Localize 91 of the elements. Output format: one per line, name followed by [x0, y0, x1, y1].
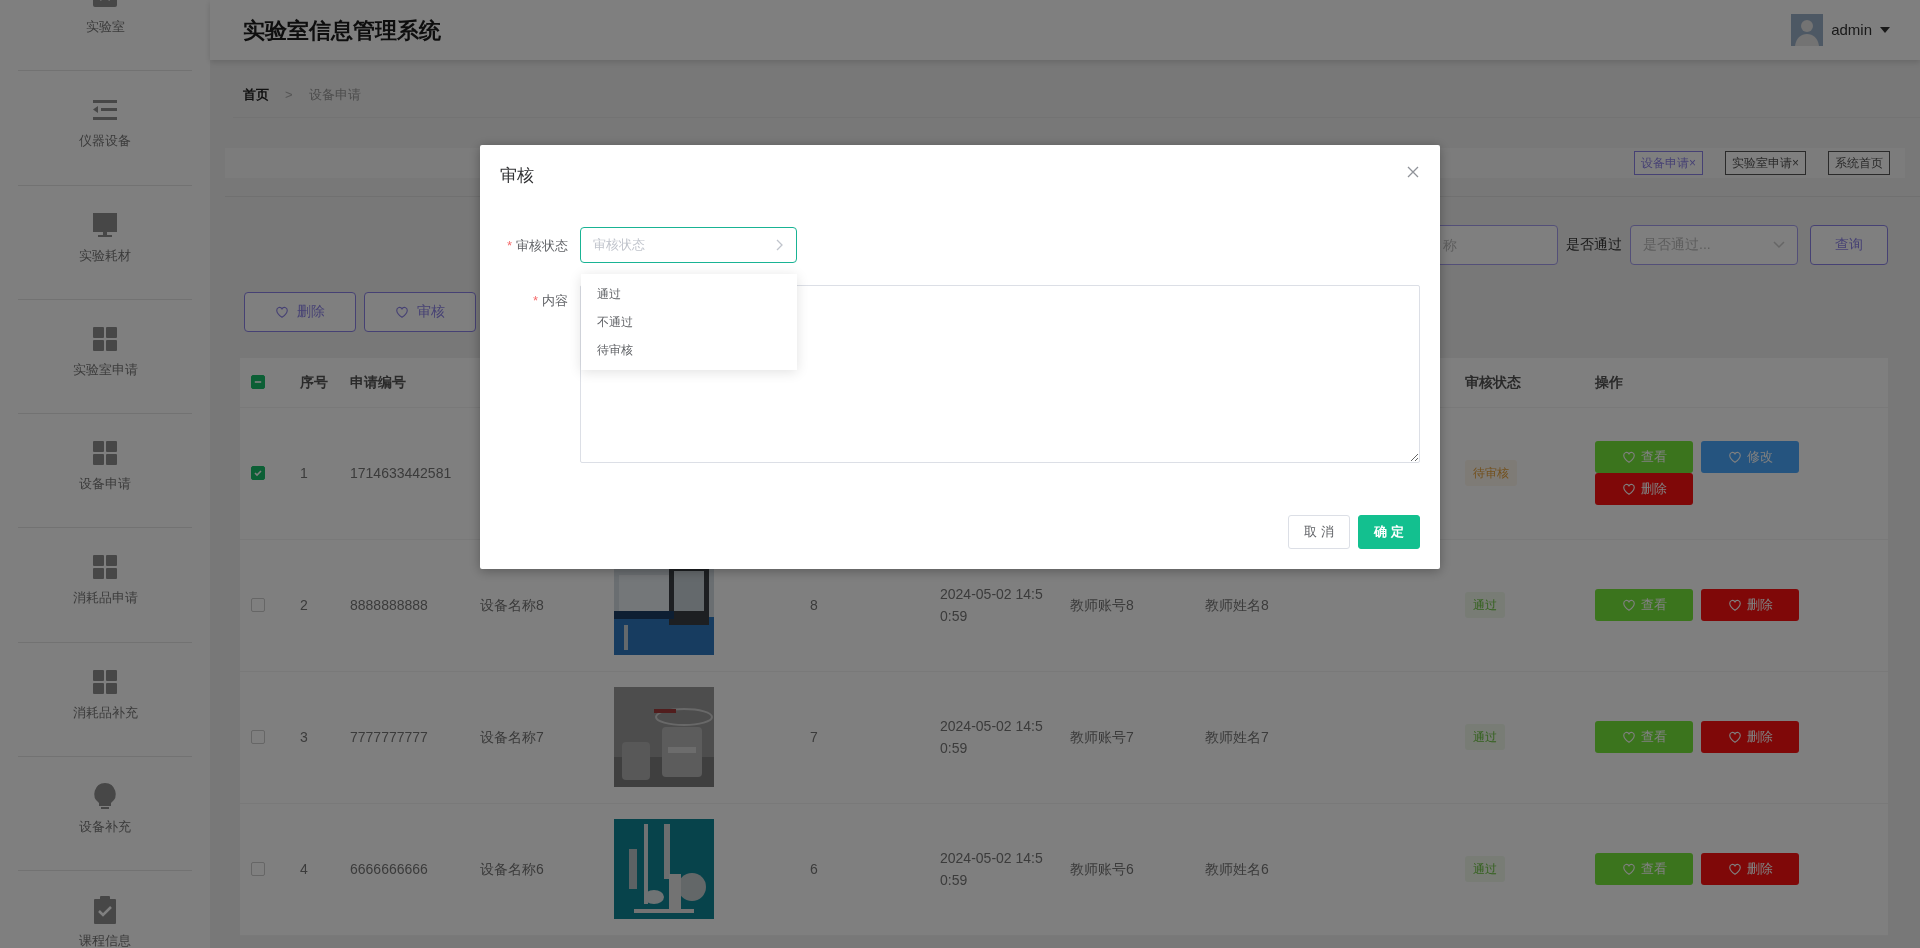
heart-icon	[1621, 450, 1636, 464]
breadcrumb-link[interactable]: 首页	[243, 85, 269, 105]
table-cell-text: 设备名称7	[480, 727, 544, 747]
page-tab[interactable]: 实验室申请×	[1725, 150, 1806, 175]
column-header: 操作	[1595, 372, 1623, 392]
table-cell-text: 3	[300, 727, 308, 747]
sidebar-item[interactable]: 实验耗材	[18, 185, 192, 300]
sidebar-item[interactable]: 仪器设备	[18, 71, 192, 186]
heart-icon	[1727, 450, 1742, 464]
breadcrumb-separator: >	[285, 86, 293, 104]
table-cell-text: 2	[300, 595, 308, 615]
heart-icon	[1621, 598, 1636, 612]
minus-icon	[254, 378, 262, 386]
heart-icon	[1621, 482, 1636, 496]
chevron-right-icon	[776, 239, 784, 251]
table-cell-text: 1	[300, 463, 308, 483]
avatar	[1791, 14, 1824, 46]
table-cell-text: 教师姓名7	[1205, 727, 1269, 747]
heart-icon	[1621, 862, 1636, 876]
table-cell-text: 2024-05-02 14:50:59	[940, 717, 1044, 758]
table-cell-text: 教师姓名6	[1205, 859, 1269, 879]
table-cell-text: 设备名称6	[480, 859, 544, 879]
query-button[interactable]: 查询	[1810, 224, 1888, 265]
table-cell-text: 2024-05-02 14:50:59	[940, 585, 1044, 626]
checkbox[interactable]	[251, 862, 265, 876]
field-label: * 审核状态	[505, 237, 568, 255]
filter-label: 是否通过	[1566, 235, 1622, 254]
heart-icon	[1727, 862, 1742, 876]
app-title: 实验室信息管理系统	[243, 16, 441, 45]
table-cell-text: 6	[810, 859, 818, 879]
sidebar-item[interactable]: 设备补充	[18, 757, 192, 872]
sidebar-item[interactable]: 消耗品补充	[18, 642, 192, 758]
status-tag: 通过	[1465, 592, 1505, 618]
caret-icon	[1880, 27, 1890, 33]
action-button[interactable]: 修改	[1701, 441, 1799, 473]
checkbox[interactable]	[251, 598, 265, 612]
sidebar-item[interactable]: 设备申请	[18, 414, 192, 529]
heart-icon	[1727, 730, 1742, 744]
page-tab[interactable]: 系统首页	[1828, 150, 1890, 175]
table-cell-text: 8888888888	[350, 595, 428, 615]
sidebar-item[interactable]: 消耗品申请	[18, 528, 192, 643]
dropdown-option[interactable]: 待审核	[581, 336, 797, 364]
table-cell-text: 教师账号7	[1070, 727, 1134, 747]
column-header: 序号	[300, 372, 328, 392]
heart-icon	[395, 304, 409, 319]
page-tab[interactable]: 设备申请×	[1633, 150, 1703, 175]
checkbox[interactable]	[251, 730, 265, 744]
close-icon[interactable]	[1406, 165, 1420, 179]
column-header: 审核状态	[1465, 372, 1521, 392]
user-name[interactable]: admin	[1831, 18, 1872, 42]
table-cell-text: 教师姓名8	[1205, 595, 1269, 615]
sidebar-item[interactable]: 实验室申请	[18, 299, 192, 415]
table-cell-text: 7	[810, 727, 818, 747]
checkbox[interactable]	[251, 375, 265, 389]
checkbox[interactable]	[251, 466, 265, 480]
action-button[interactable]: 删除	[1701, 853, 1799, 885]
action-button[interactable]: 查看	[1595, 853, 1693, 885]
table-cell-text: 7777777777	[350, 727, 428, 747]
dropdown-option[interactable]: 不通过	[581, 308, 797, 336]
table-cell-text: 6666666666	[350, 859, 428, 879]
table-cell-text: 2024-05-02 14:50:59	[940, 849, 1044, 890]
toolbar-button[interactable]: 删除	[244, 291, 356, 332]
check-icon	[253, 468, 263, 478]
action-button[interactable]: 删除	[1595, 473, 1693, 505]
sidebar-item[interactable]: 课程信息	[18, 871, 192, 948]
action-button[interactable]: 查看	[1595, 721, 1693, 753]
action-button[interactable]: 删除	[1701, 589, 1799, 621]
dropdown-option[interactable]: 通过	[581, 280, 797, 308]
action-button[interactable]: 删除	[1701, 721, 1799, 753]
table-cell-text: 8	[810, 595, 818, 615]
status-tag: 待审核	[1465, 460, 1517, 486]
dialog-title: 审核	[500, 165, 534, 187]
sidebar-item[interactable]: 实验室	[18, 0, 192, 72]
action-button[interactable]: 查看	[1595, 589, 1693, 621]
action-button[interactable]: 查看	[1595, 441, 1693, 473]
table-cell-text: 设备名称8	[480, 595, 544, 615]
toolbar-button[interactable]: 审核	[364, 291, 476, 332]
status-tag: 通过	[1465, 724, 1505, 750]
heart-icon	[1727, 598, 1742, 612]
field-label: * 内容	[531, 292, 568, 310]
heart-icon	[275, 304, 289, 319]
table-cell-text: 1714633442581	[350, 463, 452, 483]
table-cell-text: 4	[300, 859, 308, 879]
chevron-down-icon	[1773, 240, 1785, 249]
cancel-button[interactable]: 取 消	[1288, 515, 1350, 549]
confirm-button[interactable]: 确 定	[1358, 515, 1420, 549]
table-cell-text: 教师账号8	[1070, 595, 1134, 615]
column-header: 申请编号	[350, 372, 406, 392]
table-cell-text: 教师账号6	[1070, 859, 1134, 879]
heart-icon	[1621, 730, 1636, 744]
status-tag: 通过	[1465, 856, 1505, 882]
